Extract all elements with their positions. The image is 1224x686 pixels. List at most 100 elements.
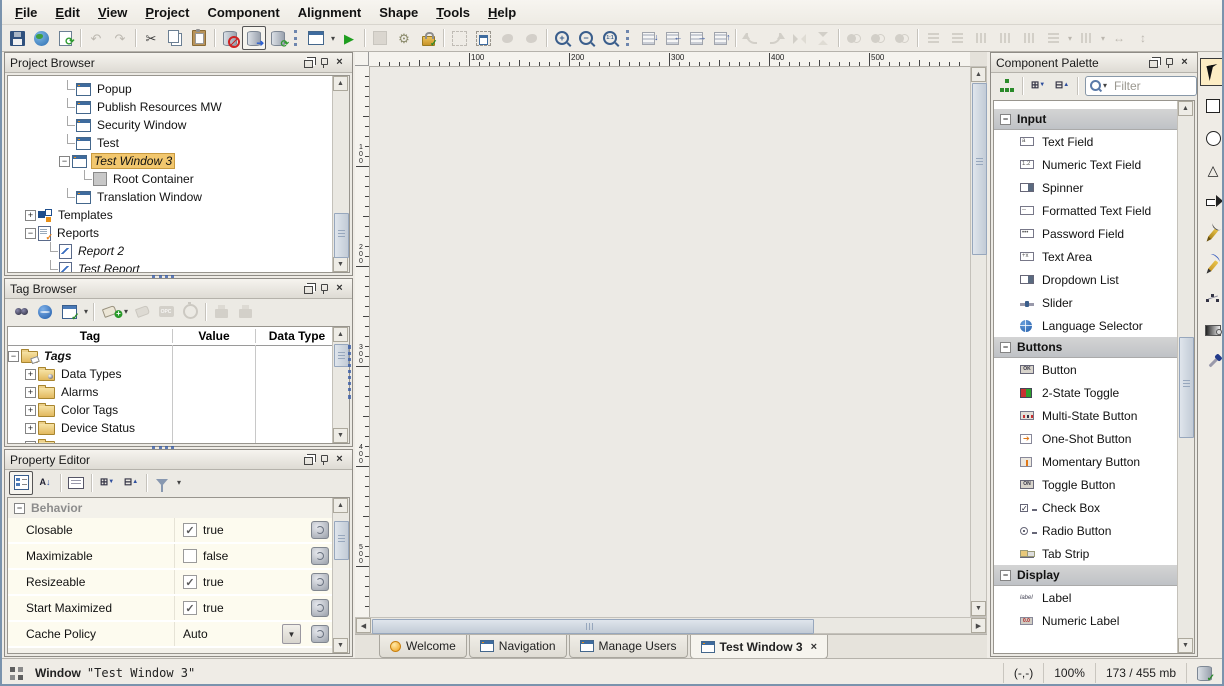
palette-item-language-selector[interactable]: Language Selector <box>994 314 1178 337</box>
project-tree-row[interactable]: −Test Window 3 <box>8 152 333 170</box>
component-palette-scrollbar-down[interactable]: ▼ <box>1178 638 1193 653</box>
project-tree-row[interactable]: Root Container <box>8 170 333 188</box>
palette-item-one-shot-button[interactable]: One-Shot Button <box>994 427 1178 450</box>
tag-browser-close-button[interactable]: × <box>332 282 347 296</box>
project-tree-row[interactable]: Report 2 <box>8 242 333 260</box>
property-checkbox[interactable]: ✓ <box>183 523 197 537</box>
expand-toggle[interactable]: + <box>25 405 36 416</box>
tag-tree-row[interactable]: +Data Types <box>8 365 333 383</box>
tab-manage-users[interactable]: Manage Users <box>569 635 688 658</box>
property-editor-float-button[interactable] <box>302 453 317 467</box>
property-section-appearance[interactable]: −Appearance <box>8 648 333 653</box>
read-only-comm-button[interactable] <box>242 26 266 50</box>
publish-gateway-button[interactable] <box>29 26 53 50</box>
project-tree-row[interactable]: Security Window <box>8 116 333 134</box>
component-palette-pin-button[interactable] <box>1162 56 1177 70</box>
binding-button[interactable] <box>311 573 329 591</box>
read-write-comm-button[interactable] <box>266 26 290 50</box>
collapse-toggle[interactable]: − <box>14 653 25 654</box>
palette-item-text-area[interactable]: +xText Area <box>994 245 1178 268</box>
palette-item-check-box[interactable]: ✓Check Box <box>994 496 1178 519</box>
palette-item-tab-strip[interactable]: Tab Strip <box>994 542 1178 565</box>
export-tags-button[interactable] <box>233 300 257 324</box>
new-window-button-dropdown[interactable]: ▾ <box>329 34 337 43</box>
palette-item-two-state-toggle[interactable]: 2-State Toggle <box>994 381 1178 404</box>
palette-item-numeric-label[interactable]: 0.0Numeric Label <box>994 609 1178 632</box>
component-palette-float-button[interactable] <box>1147 56 1162 70</box>
palette-item-radio-button[interactable]: Radio Button <box>994 519 1178 542</box>
tag-browser-pin-button[interactable] <box>317 282 332 296</box>
property-checkbox[interactable]: ✓ <box>183 575 197 589</box>
project-tree-row[interactable]: Translation Window <box>8 188 333 206</box>
show-description-button[interactable] <box>64 471 88 495</box>
save-button[interactable] <box>5 26 29 50</box>
tag-column-header[interactable]: Data Type <box>255 329 338 343</box>
collapse-toggle[interactable]: − <box>1000 114 1011 125</box>
tag-tree-row[interactable]: +Device Status <box>8 419 333 437</box>
project-browser-float-button[interactable] <box>302 56 317 70</box>
project-properties-button[interactable]: ⚙ <box>392 26 416 50</box>
canvas-horizontal-scrollbar[interactable]: ◀▶ <box>355 617 987 634</box>
tag-tree-row[interactable]: +Alarms <box>8 383 333 401</box>
project-tree-row[interactable]: Test <box>8 134 333 152</box>
shape-edit-2-button[interactable] <box>519 26 543 50</box>
expand-toggle[interactable]: + <box>25 210 36 221</box>
polygon-tool[interactable]: △ <box>1201 158 1224 182</box>
property-editor-scrollbar-up[interactable]: ▲ <box>333 498 348 513</box>
binding-button[interactable] <box>311 521 329 539</box>
undo-button[interactable]: ↶ <box>84 26 108 50</box>
sort-alphabetical-button[interactable]: A <box>33 471 57 495</box>
palette-item-text-field[interactable]: aText Field <box>994 130 1178 153</box>
expand-toggle[interactable]: + <box>25 423 36 434</box>
project-browser-scrollbar[interactable]: ▲▼ <box>332 76 349 272</box>
palette-item-password-field[interactable]: •••Password Field <box>994 222 1178 245</box>
property-editor-scrollbar-down[interactable]: ▼ <box>333 638 348 653</box>
toolbar-grip[interactable] <box>626 30 632 46</box>
tag-browser-scrollbar-thumb[interactable] <box>334 344 349 367</box>
palette-section-input[interactable]: −Input <box>994 109 1178 130</box>
preview-mode-button[interactable]: ▶ <box>337 26 361 50</box>
rotate-cw-button[interactable] <box>763 26 787 50</box>
palette-item-momentary-button[interactable]: Momentary Button <box>994 450 1178 473</box>
selection-tool[interactable] <box>1200 58 1224 86</box>
find-tag-button[interactable] <box>9 300 33 324</box>
tab-welcome[interactable]: Welcome <box>379 635 467 658</box>
menu-project[interactable]: Project <box>136 3 198 22</box>
binding-button[interactable] <box>311 547 329 565</box>
space-vertical-button[interactable] <box>1074 26 1098 50</box>
arrow-tool[interactable] <box>1201 190 1224 214</box>
dropdown-arrow[interactable]: ▾ <box>82 307 90 316</box>
align-bottom-button[interactable] <box>993 26 1017 50</box>
disable-comm-button[interactable] <box>218 26 242 50</box>
project-browser-pin-button[interactable] <box>317 56 332 70</box>
subtract-button[interactable] <box>890 26 914 50</box>
component-palette-scrollbar-thumb[interactable] <box>1179 337 1194 438</box>
align-top-button[interactable] <box>969 26 993 50</box>
project-tree-row[interactable]: −Reports <box>8 224 333 242</box>
splitter-tag-property[interactable] <box>152 446 174 449</box>
collapse-toggle[interactable]: − <box>1000 342 1011 353</box>
palette-item-button[interactable]: OKButton <box>994 358 1178 381</box>
canvas-vertical-scrollbar[interactable]: ▲▼ <box>970 66 987 617</box>
window-canvas[interactable] <box>369 66 970 617</box>
expand-toggle[interactable]: + <box>25 369 36 380</box>
zoom-in-button[interactable]: + <box>550 26 574 50</box>
cut-button[interactable]: ✂ <box>139 26 163 50</box>
splitter-left-canvas[interactable] <box>348 345 354 399</box>
palette-view-button[interactable] <box>995 74 1019 98</box>
expand-all-button[interactable]: ⊞ <box>95 471 119 495</box>
menu-edit[interactable]: Edit <box>46 3 89 22</box>
project-tree-row[interactable]: Test Report <box>8 260 333 272</box>
pen-tool[interactable] <box>1201 222 1224 246</box>
browse-opc-button[interactable]: OPC <box>154 300 178 324</box>
palette-item-dropdown-list[interactable]: Dropdown List <box>994 268 1178 291</box>
tag-refresh-rate-button[interactable] <box>178 300 202 324</box>
tag-column-header[interactable]: Value <box>172 329 255 343</box>
select-window-button[interactable] <box>471 26 495 50</box>
palette-section-buttons[interactable]: −Buttons <box>994 337 1178 358</box>
property-checkbox[interactable]: ✓ <box>183 601 197 615</box>
tag-tree-row[interactable]: + <box>8 437 333 443</box>
tag-browser-scrollbar-up[interactable]: ▲ <box>333 327 348 342</box>
rotate-ccw-button[interactable] <box>739 26 763 50</box>
new-window-button[interactable] <box>304 26 328 50</box>
